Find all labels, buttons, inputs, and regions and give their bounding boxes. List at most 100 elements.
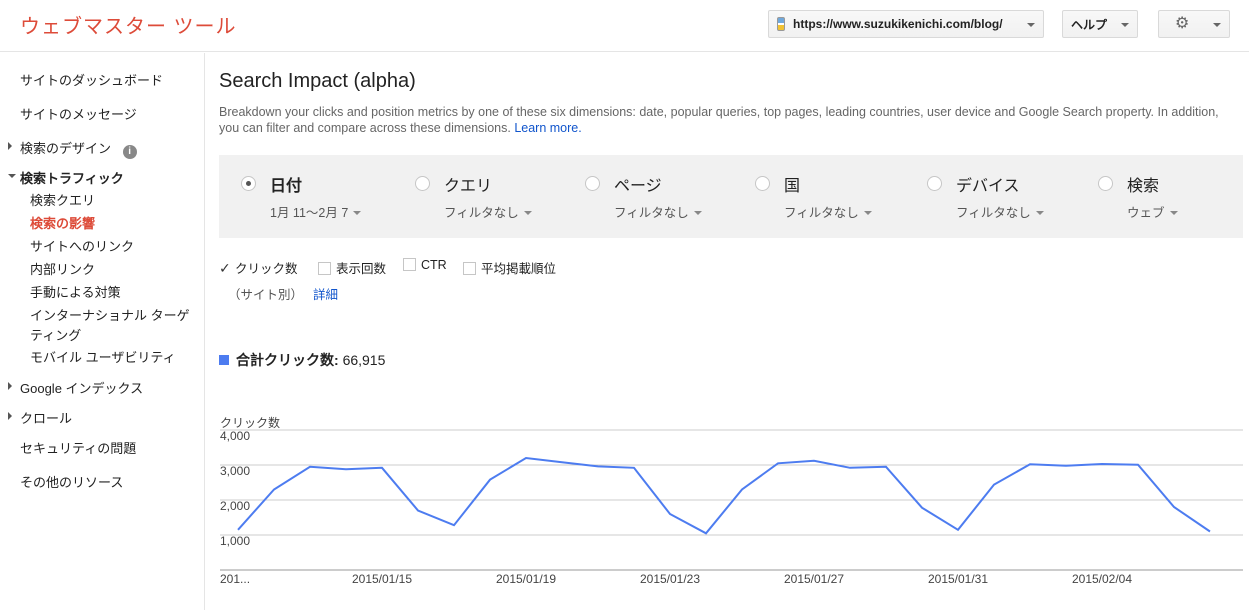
brand-title[interactable]: ウェブマスター ツール — [20, 10, 237, 39]
sidebar-item-international-targeting[interactable]: インターナショナル ターゲティング — [30, 306, 195, 346]
metric-checkboxes: ✓ クリック数 表示回数 CTR 平均掲載順位 — [219, 258, 619, 276]
data-point[interactable] — [523, 455, 529, 461]
site-url: https://www.suzukikenichi.com/blog/ — [793, 17, 1003, 31]
dimension-filter-dropdown[interactable]: フィルタなし — [784, 202, 872, 221]
data-point[interactable] — [559, 459, 565, 465]
metric-ctr-checkbox[interactable]: CTR — [403, 258, 447, 272]
radio-unselected[interactable] — [585, 176, 600, 191]
data-point[interactable] — [415, 508, 421, 514]
filter-value: フィルタなし — [956, 206, 1031, 220]
expand-arrow-icon[interactable] — [8, 142, 12, 150]
filter-value: ウェブ — [1127, 206, 1165, 220]
settings-button[interactable]: ⚙ — [1158, 10, 1230, 38]
data-point[interactable] — [919, 505, 925, 511]
sidebar-item-manual-actions[interactable]: 手動による対策 — [30, 283, 195, 303]
help-button[interactable]: ヘルプ — [1062, 10, 1138, 38]
chevron-down-icon — [523, 211, 532, 215]
dimension-filter-dropdown[interactable]: フィルタなし — [614, 202, 702, 221]
sidebar-item-messages[interactable]: サイトのメッセージ — [20, 104, 137, 123]
sidebar-item-security[interactable]: セキュリティの問題 — [20, 438, 136, 457]
expand-arrow-icon[interactable] — [8, 412, 12, 420]
metric-position-checkbox[interactable]: 平均掲載順位 — [463, 258, 556, 277]
data-point[interactable] — [955, 527, 961, 533]
x-tick-label: 2015/01/15 — [352, 572, 412, 586]
dimension-label: 日付 — [270, 178, 303, 195]
collapse-arrow-icon[interactable] — [8, 174, 16, 178]
data-point[interactable] — [487, 477, 493, 483]
data-point[interactable] — [631, 465, 637, 471]
data-point[interactable] — [1063, 463, 1069, 469]
data-point[interactable] — [847, 465, 853, 471]
data-point[interactable] — [703, 530, 709, 536]
metric-clicks-checkbox[interactable]: ✓ クリック数 — [219, 258, 298, 277]
checkbox-unchecked[interactable] — [463, 262, 476, 275]
aggregation-note: （サイト別） 詳細 — [228, 284, 338, 303]
sidebar-item-google-index[interactable]: Google インデックス — [20, 378, 143, 397]
radio-unselected[interactable] — [415, 176, 430, 191]
sidebar-item-label: 検索のデザイン — [20, 141, 112, 156]
sidebar-item-search-queries[interactable]: 検索クエリ — [30, 191, 195, 211]
data-point[interactable] — [991, 482, 997, 488]
checkbox-unchecked[interactable] — [318, 262, 331, 275]
data-point[interactable] — [307, 464, 313, 470]
details-link[interactable]: 詳細 — [313, 288, 338, 302]
data-point[interactable] — [1207, 529, 1213, 535]
radio-unselected[interactable] — [755, 176, 770, 191]
dimension-filter-dropdown[interactable]: フィルタなし — [444, 202, 532, 221]
dimension-label: クエリ — [444, 178, 493, 195]
radio-unselected[interactable] — [927, 176, 942, 191]
metric-impressions-checkbox[interactable]: 表示回数 — [318, 258, 386, 277]
total-clicks: 合計クリック数: 66,915 — [219, 350, 385, 370]
data-point[interactable] — [271, 487, 277, 493]
data-point[interactable] — [775, 460, 781, 466]
sidebar-item-crawl[interactable]: クロール — [20, 408, 72, 427]
sidebar: サイトのダッシュボード サイトのメッセージ 検索のデザイン i 検索トラフィック… — [0, 53, 205, 610]
data-point[interactable] — [1135, 462, 1141, 468]
help-label: ヘルプ — [1071, 17, 1108, 32]
x-tick-label: 201... — [220, 572, 250, 586]
learn-more-link[interactable]: Learn more. — [514, 121, 581, 135]
total-value: 66,915 — [342, 352, 386, 368]
description-text: Breakdown your clicks and position metri… — [219, 105, 1219, 135]
data-point[interactable] — [667, 511, 673, 517]
dimension-label: 検索 — [1127, 178, 1160, 195]
sidebar-item-internal-links[interactable]: 内部リンク — [30, 260, 195, 280]
data-point[interactable] — [1171, 504, 1177, 510]
sidebar-item-mobile-usability[interactable]: モバイル ユーザビリティ — [30, 348, 195, 368]
metric-label: 平均掲載順位 — [481, 262, 557, 276]
info-icon[interactable]: i — [122, 145, 137, 159]
y-tick-label: 1,000 — [220, 534, 250, 548]
x-tick-label: 2015/01/31 — [928, 572, 988, 586]
radio-selected[interactable] — [241, 176, 256, 191]
total-label: 合計クリック数: — [236, 352, 339, 368]
data-point[interactable] — [811, 458, 817, 464]
data-point[interactable] — [235, 527, 241, 533]
site-selector[interactable]: https://www.suzukikenichi.com/blog/ — [768, 10, 1044, 38]
sidebar-item-search-traffic[interactable]: 検索トラフィック — [20, 168, 124, 187]
sidebar-item-search-impact[interactable]: 検索の影響 — [30, 214, 195, 234]
filter-value: フィルタなし — [784, 206, 859, 220]
data-point[interactable] — [343, 466, 349, 472]
x-axis-ticks: 201... 2015/01/15 2015/01/19 2015/01/23 2015… — [220, 572, 1132, 586]
sidebar-item-search-appearance[interactable]: 検索のデザイン i — [20, 138, 137, 159]
data-point[interactable] — [451, 522, 457, 528]
dimension-filter-dropdown[interactable]: フィルタなし — [956, 202, 1044, 221]
radio-unselected[interactable] — [1098, 176, 1113, 191]
data-point[interactable] — [883, 464, 889, 470]
data-point[interactable] — [739, 487, 745, 493]
sidebar-item-links-to-site[interactable]: サイトへのリンク — [30, 237, 195, 257]
filter-value: フィルタなし — [444, 206, 519, 220]
sidebar-item-dashboard[interactable]: サイトのダッシュボード — [20, 70, 163, 89]
data-point[interactable] — [1099, 461, 1105, 467]
data-point[interactable] — [1027, 461, 1033, 467]
dimension-filter-dropdown[interactable]: 1月 11〜2月 7 — [270, 202, 362, 221]
data-point[interactable] — [595, 463, 601, 469]
top-header: ウェブマスター ツール https://www.suzukikenichi.co… — [0, 0, 1249, 52]
expand-arrow-icon[interactable] — [8, 382, 12, 390]
metric-label: CTR — [421, 258, 447, 272]
data-point[interactable] — [379, 465, 385, 471]
clicks-line-chart[interactable]: 4,0003,0002,0001,000 201... 2015/01/15 201… — [200, 410, 1249, 610]
dimension-filter-dropdown[interactable]: ウェブ — [1127, 202, 1178, 221]
sidebar-item-other-resources[interactable]: その他のリソース — [20, 472, 123, 491]
checkbox-unchecked[interactable] — [403, 258, 416, 271]
